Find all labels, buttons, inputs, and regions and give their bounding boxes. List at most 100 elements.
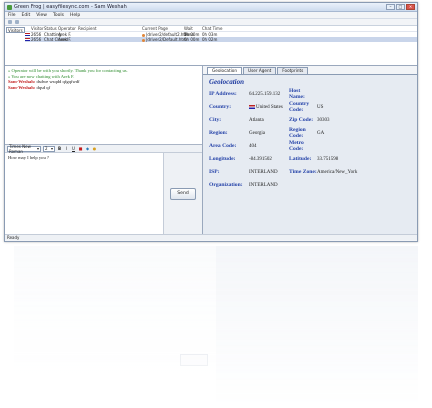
underline-button[interactable]: U xyxy=(71,146,76,151)
geo-label: Country Code: xyxy=(289,101,310,113)
chat-panel: » Operator will be with you shortly. Tha… xyxy=(5,66,203,234)
visitor-status: Chat Closed xyxy=(44,37,69,42)
geo-value: INTERLAND xyxy=(249,182,278,188)
geo-label: Country: xyxy=(209,103,232,110)
app-logo-icon xyxy=(7,4,12,10)
geo-row: Organization: INTERLAND xyxy=(209,179,411,192)
browser-icon xyxy=(142,38,145,42)
geo-value: 33.751598 xyxy=(317,156,339,162)
status-bar: Ready xyxy=(5,234,417,240)
format-toolbar: Times New Roman ▾ 2 ▾ B I U ■ ◆ ● xyxy=(5,143,202,154)
font-size: 2 xyxy=(45,146,48,151)
geo-value: Georgia xyxy=(249,130,266,136)
menu-tools[interactable]: Tools xyxy=(53,13,64,18)
emoticon-icon[interactable]: ● xyxy=(92,146,97,151)
close-icon[interactable]: × xyxy=(406,4,415,10)
us-flag-icon xyxy=(25,38,30,41)
window-title: Green Frog | easyfilesync.com - Sam Wesh… xyxy=(14,4,127,10)
geo-row: Area Code: 404 Metro Code: xyxy=(209,140,411,153)
geo-row: Country: United States Country Code: US xyxy=(209,101,411,114)
italic-button[interactable]: I xyxy=(64,146,69,151)
chat-sender: Sam-Weshah: xyxy=(8,79,36,85)
visitor-operator: Arek F. xyxy=(58,37,72,42)
visitor-wait-time: 0h 00m xyxy=(184,37,200,42)
message-composer: How may I help you ? Send xyxy=(5,153,202,234)
country-name: United States xyxy=(256,104,283,110)
geo-label: ISP: xyxy=(209,168,220,175)
window-reflection xyxy=(14,246,418,406)
bold-button[interactable]: B xyxy=(57,146,62,151)
visitors-panel: Visitors Visitor Status Operator Recipie… xyxy=(5,26,417,66)
font-size-select[interactable]: 2 ▾ xyxy=(43,145,55,152)
tab-geolocation[interactable]: Geolocation xyxy=(207,67,242,74)
page-url: |driver2/Default.htm xyxy=(146,37,187,42)
geo-row: ISP: INTERLAND Time Zone: America/New_Yo… xyxy=(209,166,411,179)
geolocation-panel: Geolocation IP Address: 64.225.159.132 H… xyxy=(203,74,417,234)
chat-sender: Sam-Weshah: xyxy=(8,84,36,90)
send-button[interactable]: Send xyxy=(170,187,196,200)
tab-visitors[interactable]: Visitors xyxy=(6,27,25,33)
message-input[interactable]: How may I help you ? xyxy=(5,153,164,234)
geo-row: City: Atlanta Zip Code: 30303 xyxy=(209,114,411,127)
geo-value: 404 xyxy=(249,143,257,149)
font-name: Times New Roman xyxy=(9,143,31,154)
chevron-down-icon: ▾ xyxy=(50,146,53,151)
geolocation-title: Geolocation xyxy=(209,78,244,86)
geo-value: US xyxy=(317,104,324,110)
geo-label: Longitude: xyxy=(209,155,236,162)
geo-label: Metro Code: xyxy=(289,140,304,152)
menu-view[interactable]: View xyxy=(36,13,47,18)
tab-user-agent[interactable]: User Agent xyxy=(243,67,277,74)
geo-value: America/New_York xyxy=(317,169,358,175)
geo-row: Longitude: -84.391502 Latitude: 33.75159… xyxy=(209,153,411,166)
maximize-icon[interactable]: □ xyxy=(396,4,405,10)
toolbar-button-icon[interactable] xyxy=(8,20,12,24)
us-flag-icon xyxy=(25,33,30,36)
geo-value: INTERLAND xyxy=(249,169,278,175)
menu-help[interactable]: Help xyxy=(70,13,80,18)
geo-value: 64.225.159.132 xyxy=(249,91,281,97)
geo-label: IP Address: xyxy=(209,90,237,97)
font-select[interactable]: Times New Roman ▾ xyxy=(7,143,41,154)
info-panel: Geolocation User Agent Footprints Geoloc… xyxy=(203,66,417,234)
chat-message: Sam-Weshah: dqsd qf xyxy=(8,85,199,91)
table-row[interactable]: 2656 Chat Closed Arek F. |driver2/Defaul… xyxy=(25,37,417,42)
geo-label: Region Code: xyxy=(289,127,306,139)
geo-label: Time Zone: xyxy=(289,168,317,175)
tab-footprints[interactable]: Footprints xyxy=(277,67,309,74)
visitor-chat-time: 0h 02m xyxy=(202,37,218,42)
geo-label: Latitude: xyxy=(289,155,312,162)
chat-text: Operator will be with you shortly. Thank… xyxy=(11,68,128,73)
geo-label: Area Code: xyxy=(209,142,237,149)
toolbar-button-icon[interactable] xyxy=(15,20,19,24)
geo-label: Host Name: xyxy=(289,88,305,100)
color-picker-icon[interactable]: ■ xyxy=(78,146,83,151)
geo-value: -84.391502 xyxy=(249,156,272,162)
minimize-icon[interactable]: – xyxy=(386,4,395,10)
geo-label: City: xyxy=(209,116,222,123)
toolbar xyxy=(5,19,417,26)
geo-label: Region: xyxy=(209,129,228,136)
window-controls: – □ × xyxy=(386,4,415,10)
app-window: Green Frog | easyfilesync.com - Sam Wesh… xyxy=(4,2,418,242)
geo-label: Zip Code: xyxy=(289,116,314,123)
visitor-page: |driver2/Default.htm xyxy=(142,37,187,42)
visitor-recipient xyxy=(78,37,118,42)
menu-bar: File Edit View Tools Help xyxy=(5,12,417,19)
geo-label: Organization: xyxy=(209,181,243,188)
info-tabs: Geolocation User Agent Footprints xyxy=(203,66,417,74)
visitor-id: 2656 xyxy=(31,37,42,42)
insert-icon[interactable]: ◆ xyxy=(85,146,90,151)
geo-row: IP Address: 64.225.159.132 Host Name: xyxy=(209,88,411,101)
chat-text: dqsd qf xyxy=(35,84,51,90)
menu-file[interactable]: File xyxy=(8,13,16,18)
geo-value: Atlanta xyxy=(249,117,264,123)
chevron-down-icon: ▾ xyxy=(36,146,39,151)
menu-edit[interactable]: Edit xyxy=(22,13,31,18)
geo-value: GA xyxy=(317,130,325,136)
chat-log: » Operator will be with you shortly. Tha… xyxy=(5,66,202,145)
geo-row: Region: Georgia Region Code: GA xyxy=(209,127,411,140)
us-flag-icon xyxy=(249,104,255,109)
visitors-table: Visitor Status Operator Recipient Curren… xyxy=(25,26,417,65)
chat-text: You are now chatting with Arek F. xyxy=(11,73,75,79)
